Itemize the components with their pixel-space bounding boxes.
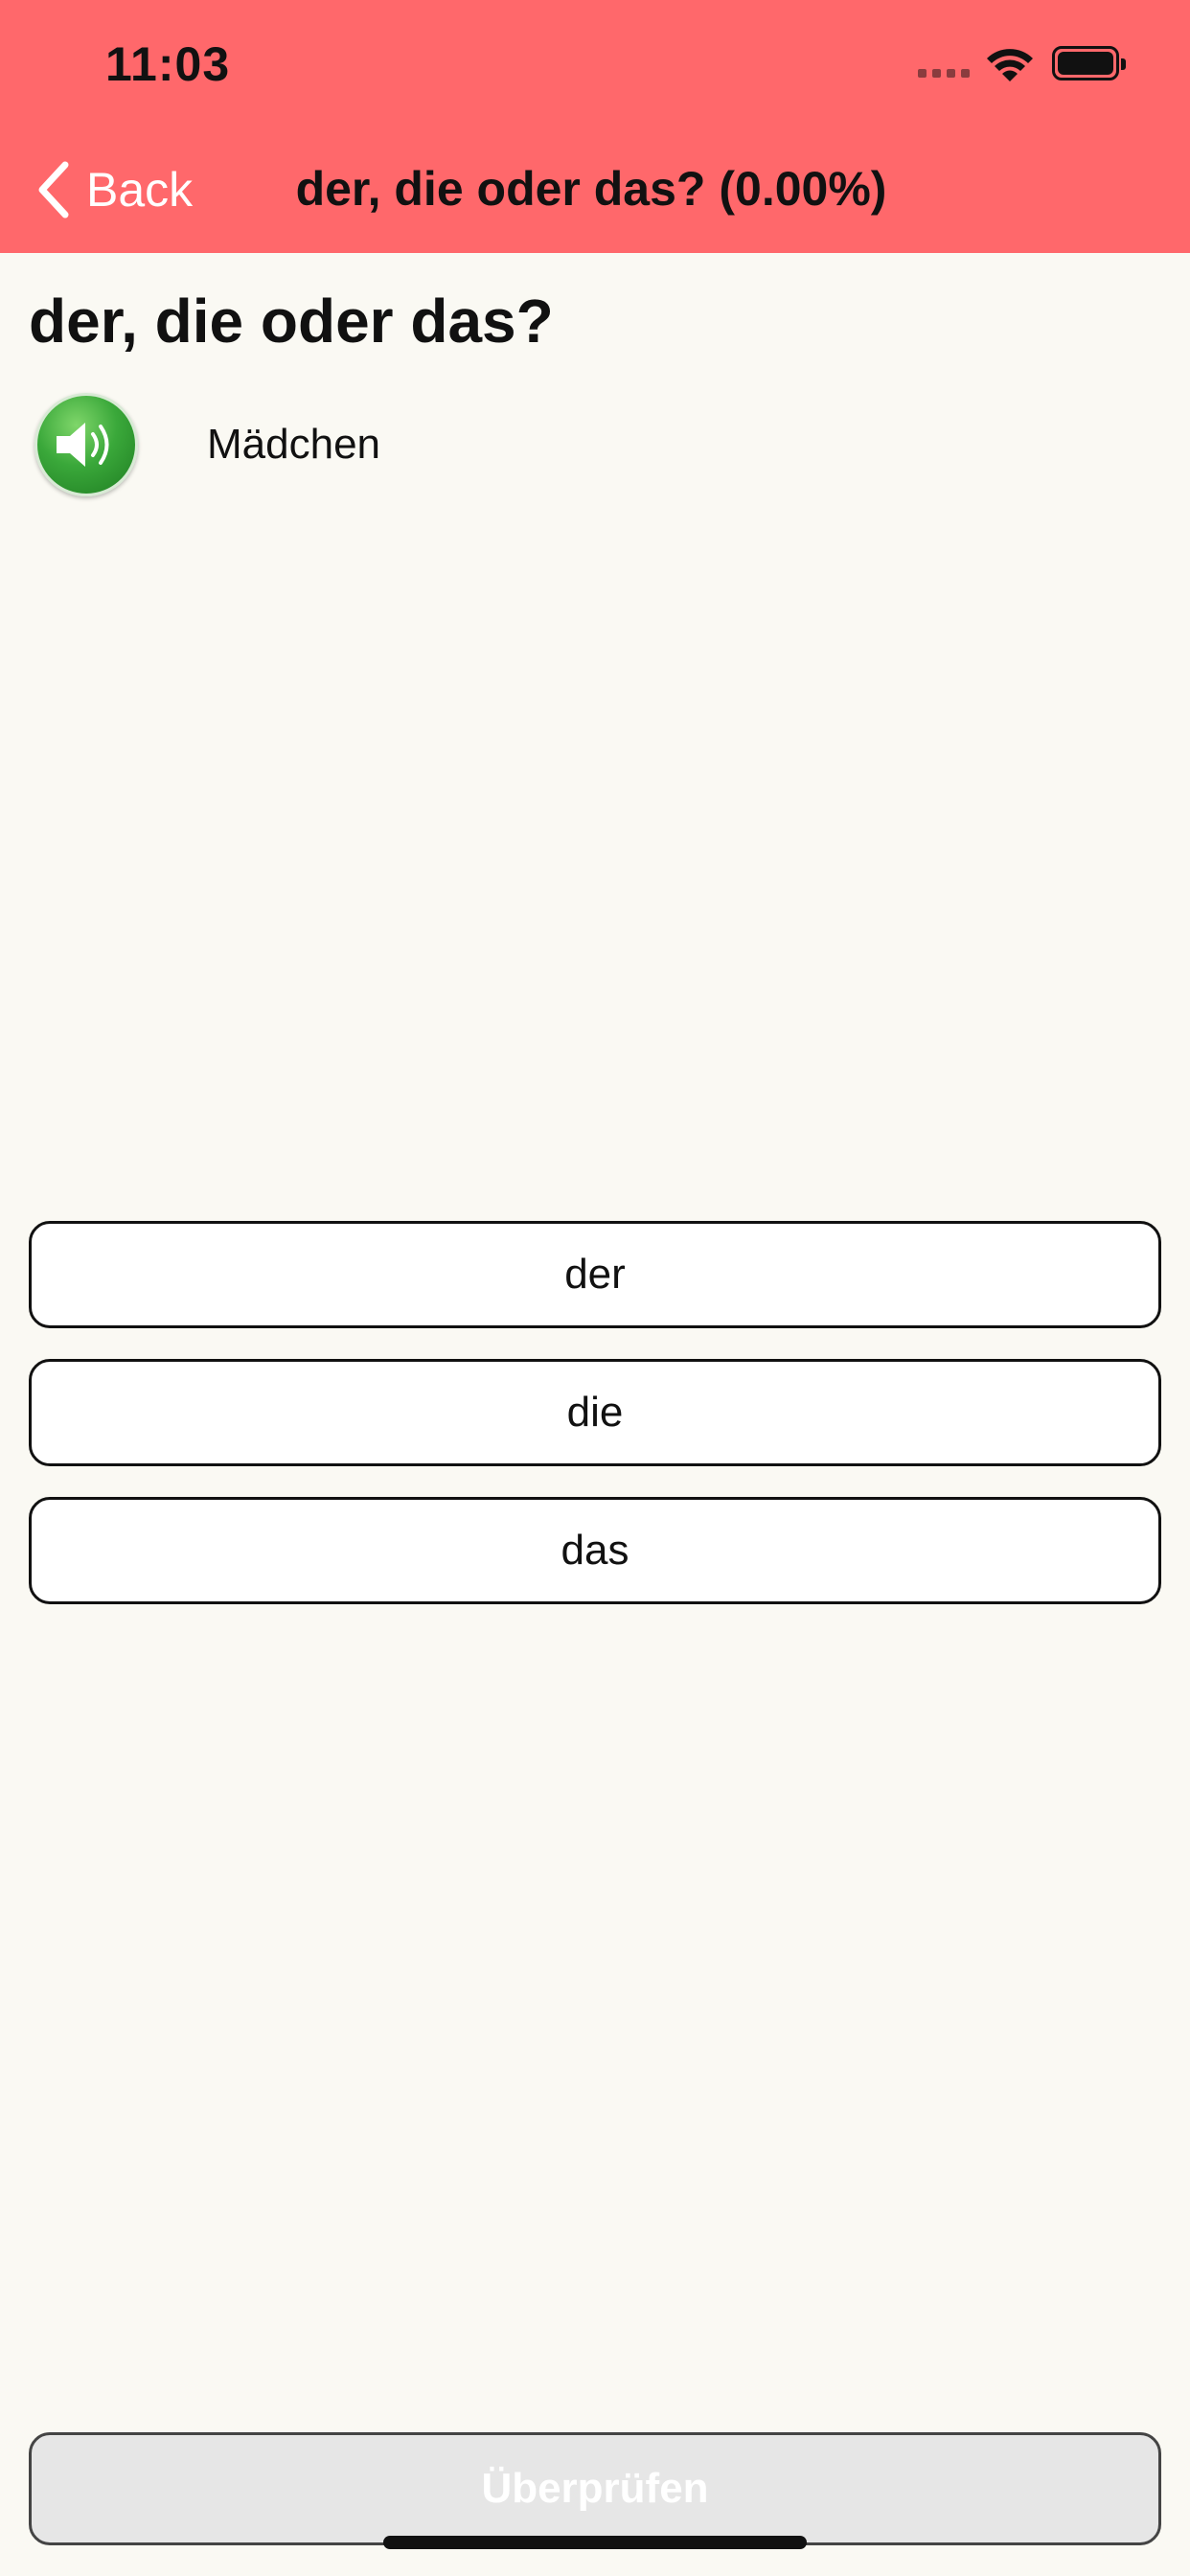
chevron-left-icon (38, 161, 69, 218)
quiz-screen: 11:03 Back der, die oder das? (0.00%) de… (0, 0, 1190, 2576)
back-label: Back (86, 163, 194, 217)
word-label: Mädchen (207, 421, 381, 468)
navigation-header: 11:03 Back der, die oder das? (0.00%) (0, 0, 1190, 253)
wifi-icon (987, 49, 1033, 81)
answer-options: der die das (29, 1221, 1161, 1635)
nav-title: der, die oder das? (0.00%) (295, 162, 887, 216)
play-audio-button[interactable] (34, 393, 138, 496)
status-time: 11:03 (105, 37, 231, 91)
answer-der-button[interactable]: der (29, 1221, 1161, 1328)
cellular-signal-icon (918, 69, 970, 78)
home-indicator (383, 2536, 807, 2549)
answer-das-button[interactable]: das (29, 1497, 1161, 1604)
back-button[interactable]: Back (34, 153, 193, 226)
battery-icon (1052, 46, 1126, 80)
answer-die-button[interactable]: die (29, 1359, 1161, 1466)
word-row: Mädchen (34, 393, 380, 496)
page-title: der, die oder das? (29, 287, 554, 356)
speaker-icon (57, 423, 109, 467)
check-button[interactable]: Überprüfen (29, 2432, 1161, 2545)
